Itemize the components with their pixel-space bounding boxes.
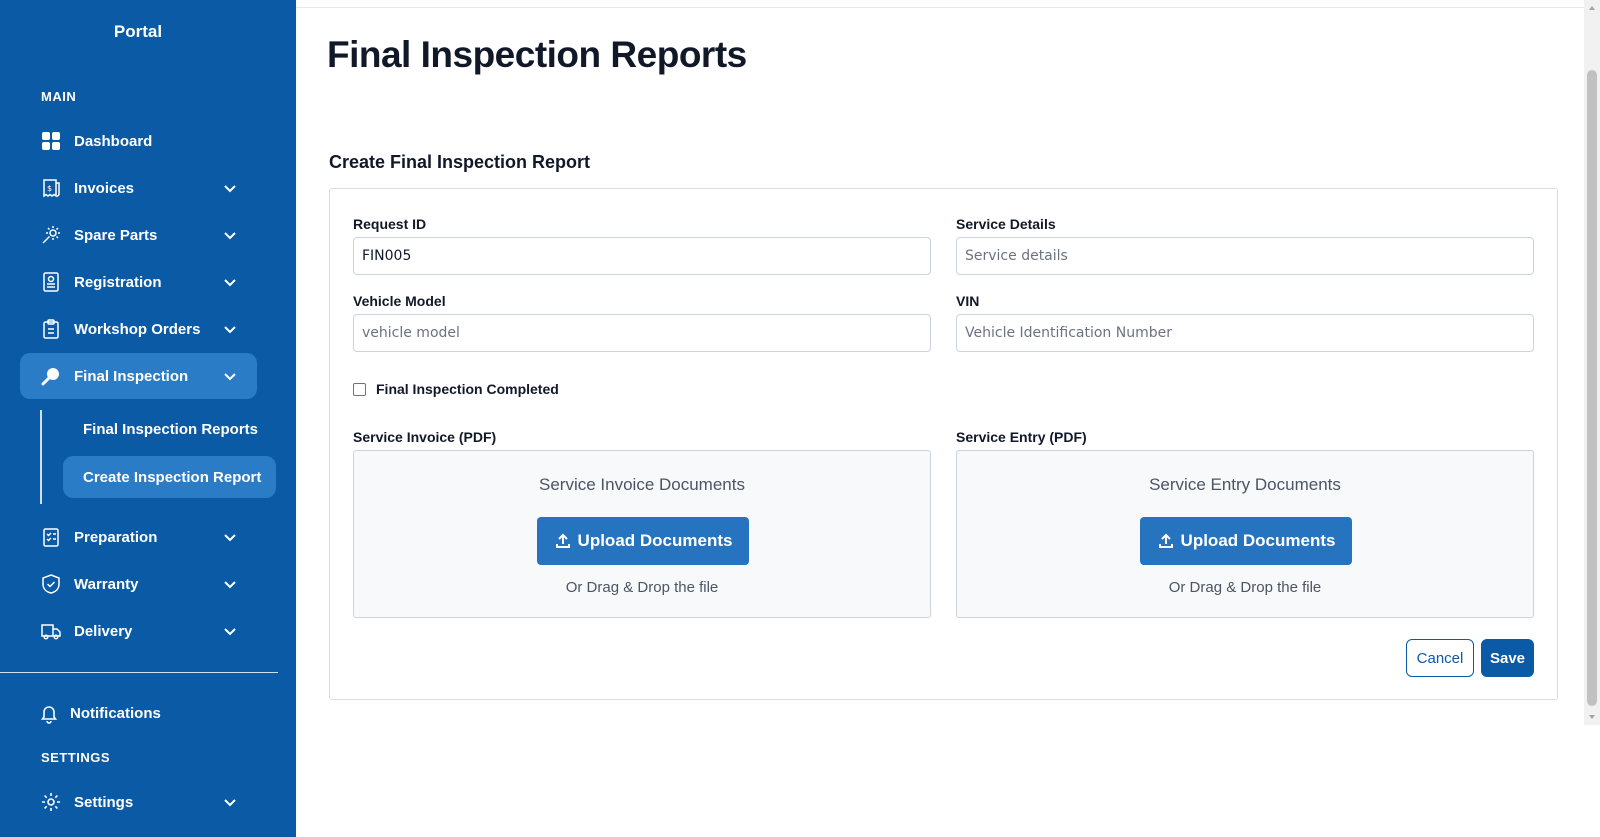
service-invoice-upload-button[interactable]: Upload Documents [537,517,749,565]
sidebar-item-label: Invoices [74,179,135,197]
upload-button-label: Upload Documents [577,531,733,550]
chevron-down-icon [222,274,238,290]
service-details-input[interactable] [956,237,1534,275]
upload-button-label: Upload Documents [1180,531,1336,550]
save-button[interactable]: Save [1481,639,1534,677]
sidebar-item-preparation[interactable]: Preparation [20,514,257,560]
shield-icon [40,573,62,595]
chevron-down-icon [222,794,238,810]
sidebar-item-spare-parts[interactable]: Spare Parts [20,212,257,258]
clipboard-icon [40,318,62,340]
sidebar-subitem-final-inspection-reports[interactable]: Final Inspection Reports [63,408,276,450]
sidebar-item-label: Warranty [74,575,139,593]
final-inspection-completed-label: Final Inspection Completed [376,381,559,397]
sidebar-item-label: Preparation [74,528,158,546]
gear-icon [40,791,62,813]
invoice-icon: $ [40,177,62,199]
upload-icon [555,533,570,548]
svg-text:$: $ [47,184,52,193]
dashboard-icon [40,130,62,152]
search-icon [40,365,62,387]
sidebar-item-label: Registration [74,273,162,291]
scroll-down-icon[interactable] [1588,713,1596,721]
chevron-down-icon [222,227,238,243]
sidebar-item-label: Spare Parts [74,226,158,244]
chevron-down-icon [222,180,238,196]
service-details-label: Service Details [956,216,1056,232]
chevron-down-icon [222,368,238,384]
sidebar-item-delivery[interactable]: Delivery [20,608,257,654]
chevron-down-icon [222,576,238,592]
bell-icon [38,702,60,724]
service-entry-upload-button[interactable]: Upload Documents [1140,517,1352,565]
sidebar-item-label: Settings [74,793,134,811]
submenu-line [40,410,42,504]
sidebar-item-final-inspection[interactable]: Final Inspection [20,353,257,399]
sidebar-item-label: Final Inspection [74,367,189,385]
sidebar-item-label: Dashboard [74,132,153,150]
scrollbar-thumb[interactable] [1587,70,1597,706]
chevron-down-icon [222,623,238,639]
sidebar-item-registration[interactable]: Registration [20,259,257,305]
sidebar-item-label: Delivery [74,622,133,640]
vin-label: VIN [956,293,980,309]
section-label-settings: SETTINGS [41,750,111,765]
request-id-input[interactable] [353,237,931,275]
service-invoice-label: Service Invoice (PDF) [353,429,497,445]
checklist-icon [40,526,62,548]
sidebar-item-label: Notifications [70,704,161,722]
sidebar-divider [0,672,278,673]
brand-title: Portal [113,22,163,41]
chevron-down-icon [222,321,238,337]
cancel-button[interactable]: Cancel [1406,639,1474,677]
vehicle-model-input[interactable] [353,314,931,352]
chevron-down-icon [222,529,238,545]
sidebar-item-notifications[interactable]: Notifications [20,690,257,736]
service-entry-dropzone[interactable]: Service Entry Documents Upload Documents… [956,450,1534,618]
service-entry-label: Service Entry (PDF) [956,429,1087,445]
sidebar-item-label: Workshop Orders [74,320,201,338]
service-entry-dropzone-hint: Or Drag & Drop the file [1168,579,1322,596]
request-id-label: Request ID [353,216,427,232]
topbar-divider [296,7,1584,8]
sidebar-item-invoices[interactable]: $ Invoices [20,165,257,211]
gear-parts-icon [40,224,62,246]
sidebar-item-dashboard[interactable]: Dashboard [20,118,257,164]
sidebar-subitem-create-inspection-report[interactable]: Create Inspection Report [63,456,276,498]
scroll-up-icon[interactable] [1588,4,1596,12]
final-inspection-completed-checkbox[interactable] [353,382,366,396]
service-entry-dropzone-title: Service Entry Documents [1149,475,1341,494]
final-inspection-completed-row: Final Inspection Completed [353,381,559,397]
sidebar-item-settings[interactable]: Settings [20,779,257,825]
service-invoice-dropzone-title: Service Invoice Documents [539,475,745,494]
section-label-main: MAIN [41,89,77,104]
sidebar-item-warranty[interactable]: Warranty [20,561,257,607]
service-invoice-dropzone-hint: Or Drag & Drop the file [565,579,719,596]
registration-icon [40,271,62,293]
card-title: Create Final Inspection Report [329,152,591,172]
vin-input[interactable] [956,314,1534,352]
sidebar: Portal MAIN Dashboard $ Invoices Spare P… [0,0,296,837]
upload-icon [1158,533,1173,548]
service-invoice-dropzone[interactable]: Service Invoice Documents Upload Documen… [353,450,931,618]
vehicle-model-label: Vehicle Model [353,293,446,309]
page-title: Final Inspection Reports [327,34,747,75]
sidebar-item-workshop-orders[interactable]: Workshop Orders [20,306,257,352]
truck-icon [40,620,62,642]
